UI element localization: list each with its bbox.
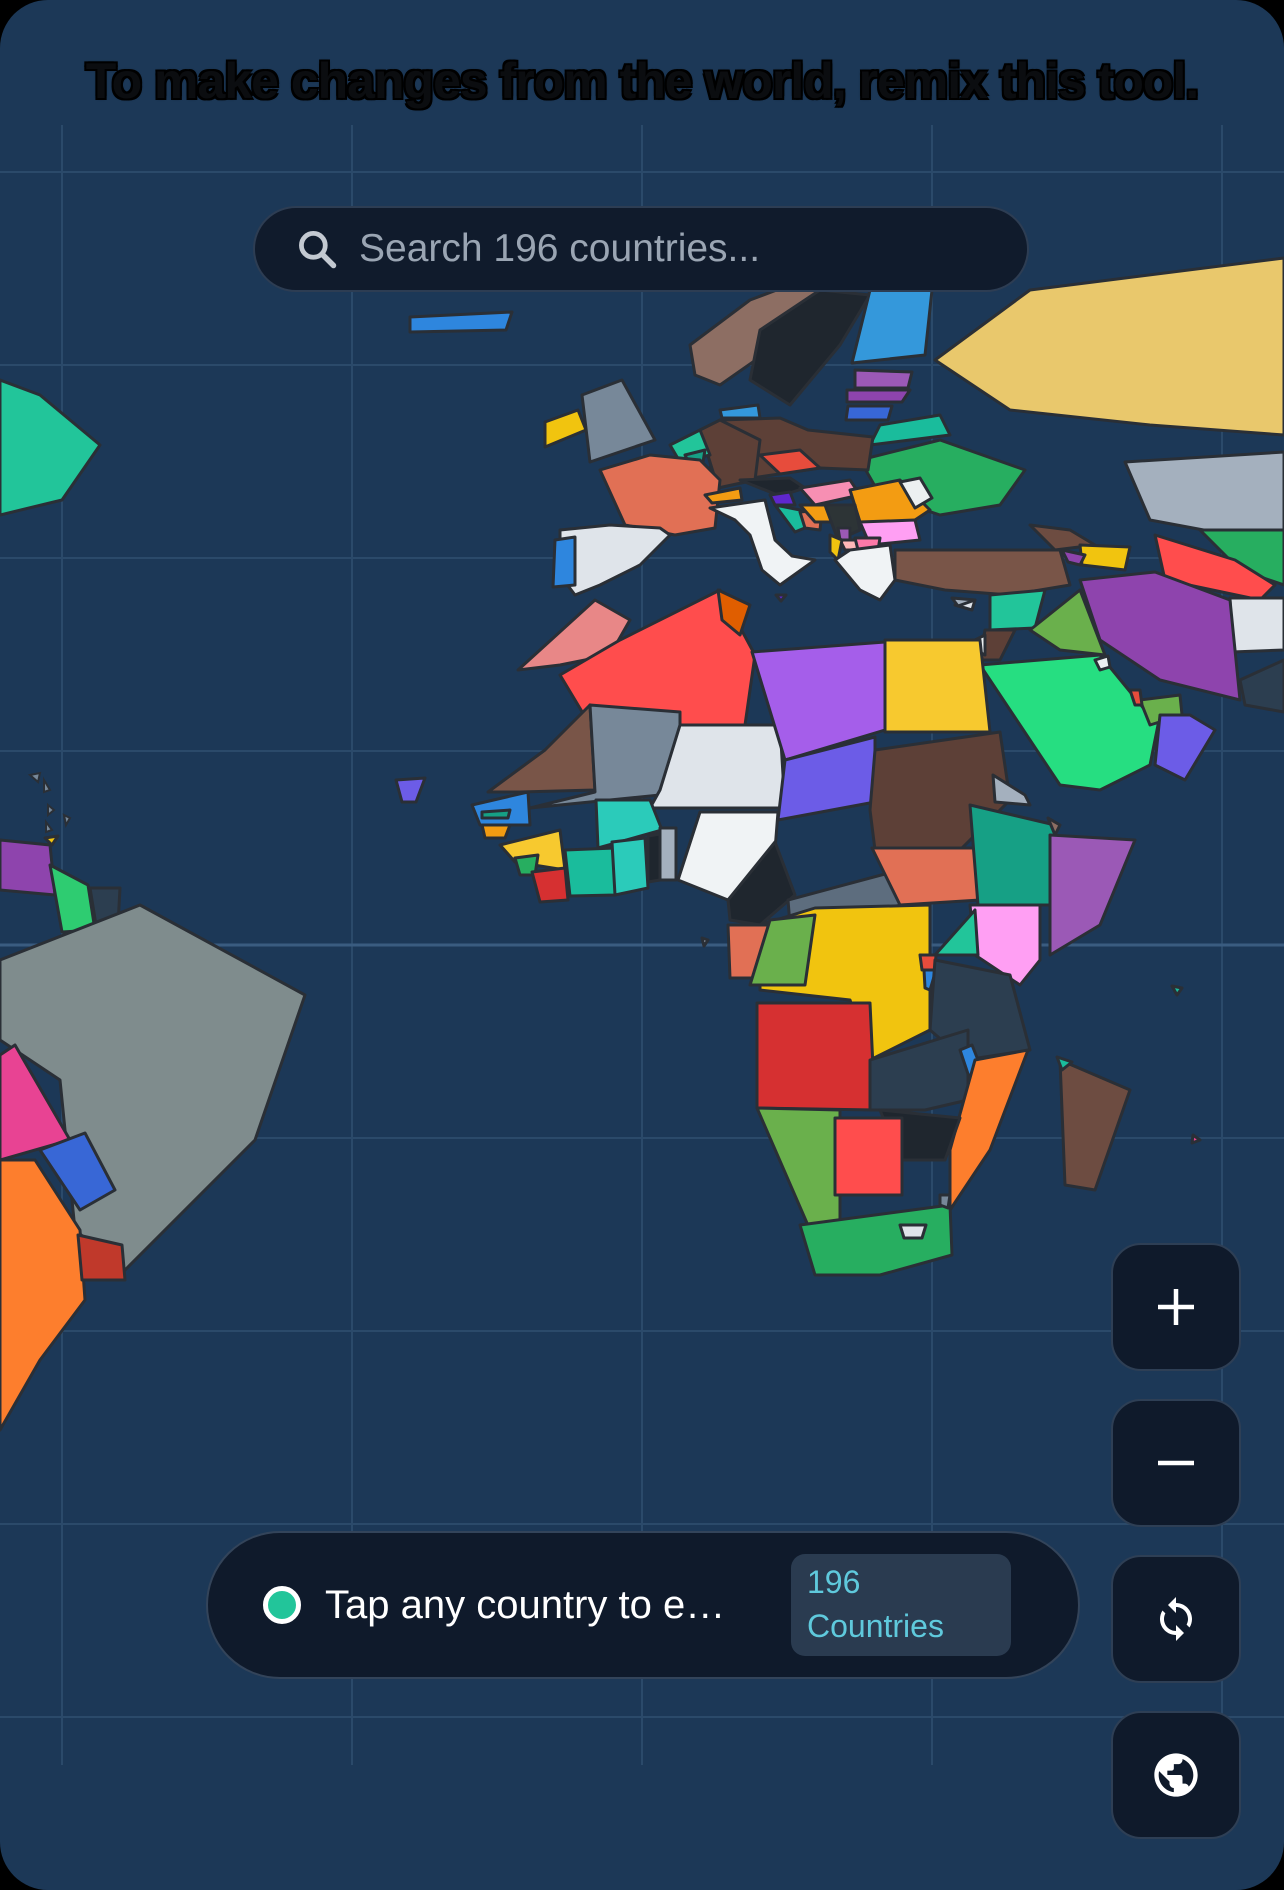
country-shape[interactable] [480,808,512,820]
country-shape[interactable] [1058,1058,1132,1192]
country-shape[interactable] [551,535,577,589]
country-shape[interactable] [844,404,894,422]
country-shape[interactable] [893,548,1072,597]
country-shape[interactable] [1238,658,1284,714]
country-shape[interactable] [968,803,1062,907]
country-shape[interactable] [580,378,657,464]
country-shape[interactable] [1078,543,1132,572]
country-shape[interactable] [610,836,650,897]
country-shape[interactable] [833,1116,904,1197]
status-indicator [263,1586,301,1624]
country-shape[interactable] [845,388,912,404]
country-shape[interactable] [768,490,797,507]
zoom-in-button[interactable] [1111,1243,1241,1371]
country-count-label: Countries [807,1608,944,1644]
country-shape[interactable] [1228,596,1284,654]
country-shape[interactable] [938,1193,952,1210]
plus-icon [1158,1289,1194,1325]
country-shape[interactable] [563,846,617,898]
country-shape[interactable] [48,863,97,934]
country-shape[interactable] [598,453,722,537]
country-shape[interactable] [0,378,102,517]
country-shape[interactable] [1170,984,1184,997]
refresh-icon [1160,1597,1192,1641]
country-shape[interactable] [394,776,427,804]
country-shape[interactable] [408,310,514,334]
refresh-button[interactable] [1111,1555,1241,1683]
remix-banner: To make changes from the world, remix th… [85,53,1199,109]
country-shape[interactable] [1048,833,1137,957]
country-shape[interactable] [1190,1133,1202,1145]
minus-icon [1158,1460,1194,1466]
country-shape[interactable] [530,866,570,904]
islands [27,771,72,834]
country-shape[interactable] [991,773,1032,807]
country-shape[interactable] [658,826,678,882]
zoom-out-button[interactable] [1111,1399,1241,1527]
country-shape[interactable] [833,543,897,602]
globe-icon [1154,1753,1198,1797]
info-message: Tap any country to explore [325,1582,745,1627]
country-shape[interactable] [480,823,512,840]
country-shape[interactable] [933,908,980,957]
country-shape[interactable] [755,1106,842,1232]
country-shape[interactable] [755,1001,877,1112]
app-frame: To make changes from the world, remix th… [0,0,1284,1890]
country-shape[interactable] [470,790,532,827]
country-shape[interactable] [646,832,662,884]
country-shape[interactable] [486,703,597,794]
country-shape[interactable] [774,593,788,603]
globe-button[interactable] [1111,1711,1241,1839]
info-bar: Tap any country to explore 196 Countries [206,1531,1080,1679]
country-shape[interactable] [0,838,57,897]
country-shape[interactable] [543,408,588,449]
country-count-number: 196 [807,1564,861,1600]
search-icon [299,231,337,269]
search-bar[interactable] [253,206,1029,292]
country-shape[interactable] [853,368,914,390]
country-count-badge: 196 Countries [791,1554,1011,1656]
country-shape[interactable] [1153,713,1217,782]
country-shape[interactable] [718,403,762,420]
country-shape[interactable] [883,638,992,734]
country-shape[interactable] [898,1223,928,1240]
search-input[interactable] [357,226,981,272]
